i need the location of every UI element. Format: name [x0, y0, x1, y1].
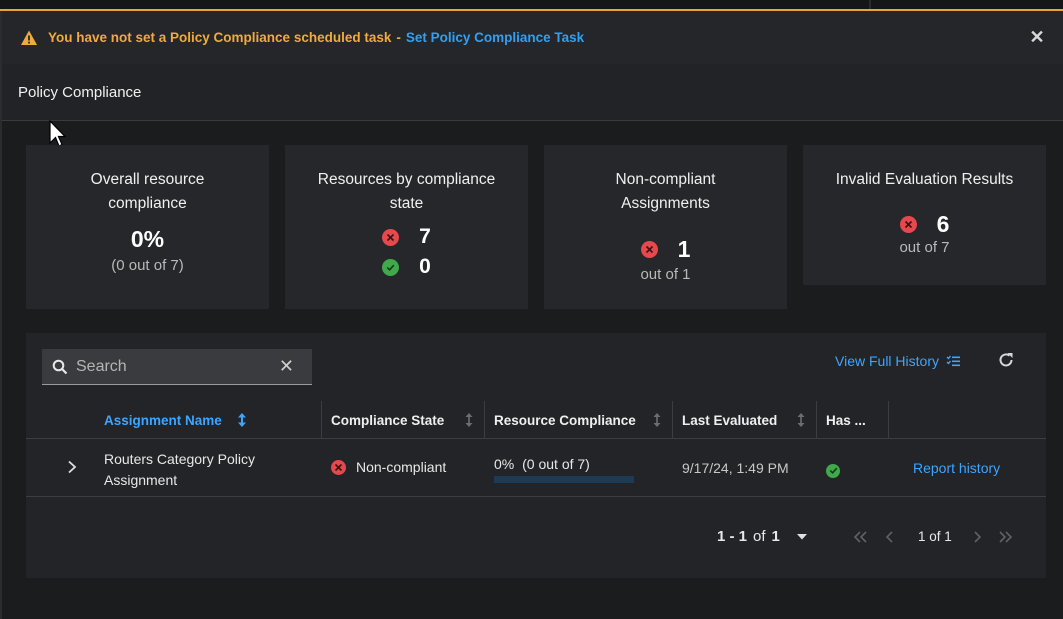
- invalid-count: 6: [936, 210, 950, 237]
- error-icon: [382, 228, 400, 246]
- chevron-right-icon[interactable]: [66, 460, 78, 474]
- overall-percent: 0%: [130, 226, 165, 252]
- assignments-table-section: ✕ View Full History Assignment Name Comp…: [26, 333, 1046, 578]
- next-page-icon[interactable]: [969, 529, 985, 545]
- report-history-link[interactable]: Report history: [913, 460, 1000, 476]
- top-strip-divider: [869, 0, 871, 9]
- noncompliant-assignments-card: Non-compliant Assignments 1 out of 1: [544, 145, 787, 309]
- assignment-name-line1: Routers Category Policy: [104, 451, 255, 467]
- assignments-count: 1: [677, 235, 691, 262]
- sort-active-icon: [238, 413, 246, 427]
- top-strip: [0, 0, 1063, 11]
- assignment-name-line2: Assignment: [104, 472, 178, 488]
- table-row: Routers Category Policy Assignment Non-c…: [26, 439, 1046, 497]
- error-icon: [331, 459, 346, 475]
- alert-message: You have not set a Policy Compliance sch…: [48, 30, 392, 45]
- assignments-stat: 1: [544, 234, 787, 264]
- column-label: Last Evaluated: [682, 412, 778, 428]
- view-history-label: View Full History: [835, 353, 939, 369]
- invalid-results-card: Invalid Evaluation Results 6 out of 7: [803, 145, 1046, 285]
- overall-detail: (0 out of 7): [111, 257, 184, 274]
- page-title: Policy Compliance: [2, 64, 1063, 121]
- resource-detail: (0 out of 7): [522, 456, 590, 472]
- resource-progress-bar: [494, 476, 634, 483]
- resource-percent: 0%: [494, 456, 515, 472]
- compliance-state-card: Resources by compliance state 7 0: [285, 145, 528, 309]
- column-label: Compliance State: [331, 412, 445, 428]
- error-icon: [899, 215, 917, 233]
- assignment-name: Routers Category Policy Assignment: [104, 449, 255, 491]
- compliance-state-label: Non-compliant: [356, 459, 447, 475]
- column-label: Assignment Name: [104, 412, 222, 428]
- search-box: ✕: [42, 349, 312, 385]
- error-icon: [640, 240, 658, 258]
- pagination: 1 - 1 of 1 1 of 1: [26, 523, 1046, 553]
- search-icon: [52, 359, 68, 374]
- warning-icon: [21, 30, 37, 45]
- first-page-icon[interactable]: [852, 529, 868, 545]
- compliant-count: 0: [419, 255, 431, 278]
- sort-icon: [465, 413, 473, 427]
- last-evaluated: 9/17/24, 1:49 PM: [682, 460, 789, 476]
- column-assignment-name[interactable]: Assignment Name: [95, 401, 321, 439]
- column-label: Resource Compliance: [494, 412, 636, 428]
- column-last-evaluated[interactable]: Last Evaluated: [672, 401, 816, 439]
- warning-alert: You have not set a Policy Compliance sch…: [2, 11, 1063, 64]
- assignments-detail: out of 1: [640, 266, 691, 283]
- list-check-icon: [946, 355, 960, 367]
- last-page-icon[interactable]: [998, 529, 1014, 545]
- check-icon: [826, 463, 840, 478]
- page-indicator: 1 of 1: [918, 529, 952, 544]
- compliance-state: Non-compliant: [331, 459, 446, 475]
- invalid-detail: out of 7: [899, 239, 950, 256]
- noncompliant-count: 7: [419, 225, 431, 248]
- invalid-stat: 6: [803, 209, 1046, 239]
- card-title: Invalid Evaluation Results: [835, 171, 1014, 188]
- search-input[interactable]: [76, 357, 266, 376]
- column-actions: [888, 401, 1046, 439]
- refresh-icon[interactable]: [996, 350, 1016, 370]
- card-title: Resources by compliance state: [317, 171, 496, 212]
- of-label: of: [753, 528, 766, 545]
- items-per-page-toggle[interactable]: 1 - 1 of 1: [717, 528, 808, 545]
- total-count: 1: [771, 528, 780, 545]
- has-report-cell: [826, 462, 840, 478]
- set-task-link[interactable]: Set Policy Compliance Task: [406, 30, 584, 45]
- clear-search-icon[interactable]: ✕: [279, 356, 294, 377]
- check-icon: [382, 258, 400, 276]
- column-resource-compliance[interactable]: Resource Compliance: [484, 401, 672, 439]
- table-header: Assignment Name Compliance State Resourc…: [26, 401, 1046, 439]
- close-icon[interactable]: ✕: [1027, 27, 1047, 47]
- noncompliant-stat: 7: [285, 222, 528, 252]
- page-range: 1 - 1: [717, 528, 748, 545]
- card-title: Non-compliant Assignments: [615, 171, 716, 212]
- overall-compliance-card: Overall resource compliance 0% (0 out of…: [26, 145, 269, 309]
- alert-separator: -: [396, 30, 401, 45]
- column-has-report[interactable]: Has ...: [816, 401, 888, 439]
- sort-icon: [653, 413, 661, 427]
- caret-down-icon: [796, 533, 807, 539]
- sort-icon: [797, 413, 805, 427]
- column-label: Has ...: [826, 412, 866, 428]
- resource-compliance: 0% (0 out of 7): [494, 456, 634, 483]
- column-compliance-state[interactable]: Compliance State: [321, 401, 484, 439]
- compliant-stat: 0: [285, 252, 528, 282]
- view-full-history-link[interactable]: View Full History: [835, 353, 960, 369]
- card-title: Overall resource compliance: [90, 171, 205, 212]
- previous-page-icon[interactable]: [882, 529, 898, 545]
